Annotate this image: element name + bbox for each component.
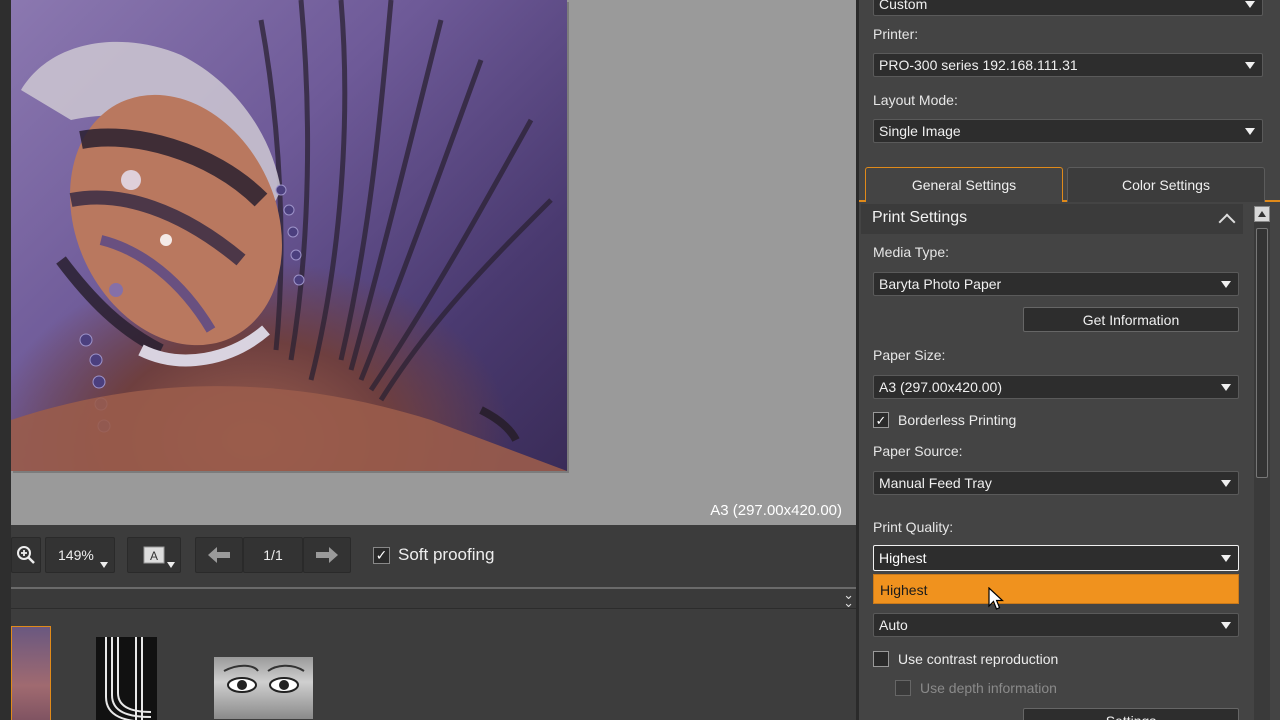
paper-source-label: Paper Source: <box>873 443 963 459</box>
thumbnail-image[interactable] <box>214 657 313 719</box>
dropdown-arrow-icon <box>1221 622 1231 629</box>
thumbnail-strip <box>11 609 856 720</box>
collapse-icon[interactable]: ⌄ ⌄ <box>843 588 854 609</box>
printer-label: Printer: <box>873 26 919 42</box>
depth-information-label: Use depth information <box>920 680 1057 696</box>
left-edge-strip <box>0 0 11 720</box>
layout-mode-select[interactable]: Single Image <box>873 119 1263 143</box>
dropdown-arrow-icon <box>1245 1 1255 8</box>
preview-toolbar: 149% A 1/1 ✓ Soft proofing <box>11 525 856 587</box>
chevron-down-icon <box>167 562 175 568</box>
borderless-printing-checkbox[interactable]: ✓ <box>873 412 889 428</box>
dropdown-arrow-icon <box>1245 128 1255 135</box>
chevron-down-icon <box>100 562 108 568</box>
tab-general-settings[interactable]: General Settings <box>865 167 1063 202</box>
settings-scrollbar[interactable] <box>1254 206 1270 720</box>
dropdown-arrow-icon <box>1245 62 1255 69</box>
settings-tabs: General Settings Color Settings <box>859 167 1280 202</box>
preview-photo <box>11 0 567 471</box>
get-information-button[interactable]: Get Information <box>1023 307 1239 332</box>
borderless-printing-option[interactable]: ✓ Borderless Printing <box>873 412 1016 428</box>
settings-button[interactable]: Settings <box>1023 708 1239 720</box>
media-type-select[interactable]: Baryta Photo Paper <box>873 272 1239 296</box>
print-app-window: A3 (297.00x420.00) 149% A 1/1 ✓ Soft pro… <box>0 0 1280 720</box>
print-quality-select-value: Highest <box>879 550 927 566</box>
dropdown-arrow-icon <box>1221 480 1231 487</box>
thumbnail-artwork <box>105 637 152 720</box>
printer-select[interactable]: PRO-300 series 192.168.111.31 <box>873 53 1263 77</box>
settings-panel: Custom Printer: PRO-300 series 192.168.1… <box>856 0 1280 720</box>
print-quality-option-highlighted[interactable]: Highest <box>873 574 1239 604</box>
auto-select-value: Auto <box>879 617 908 633</box>
print-quality-select[interactable]: Highest <box>873 545 1239 571</box>
preset-select[interactable]: Custom <box>873 0 1263 16</box>
zoom-in-icon <box>17 546 35 564</box>
layout-mode-label: Layout Mode: <box>873 92 958 108</box>
view-mode-button[interactable]: A <box>127 537 181 573</box>
zoom-level-select[interactable]: 149% <box>45 537 115 573</box>
paper-size-select[interactable]: A3 (297.00x420.00) <box>873 375 1239 399</box>
preset-select-value: Custom <box>879 0 928 12</box>
page-indicator: 1/1 <box>243 537 303 573</box>
depth-information-option: Use depth information <box>895 680 1057 696</box>
view-mode-icon: A <box>143 546 165 564</box>
print-quality-label: Print Quality: <box>873 519 954 535</box>
paper-size-select-value: A3 (297.00x420.00) <box>879 379 1002 395</box>
chevron-up-icon <box>1218 213 1236 231</box>
zoom-in-button[interactable] <box>11 537 41 573</box>
soft-proofing-checkbox[interactable]: ✓ <box>373 546 390 564</box>
thumbnail-artwork <box>223 664 305 693</box>
depth-information-checkbox <box>895 680 911 696</box>
arrow-left-icon <box>208 547 230 563</box>
borderless-printing-label: Borderless Printing <box>898 412 1017 428</box>
layout-mode-select-value: Single Image <box>879 123 961 139</box>
media-type-label: Media Type: <box>873 244 950 260</box>
section-title: Print Settings <box>872 209 968 226</box>
tab-color-settings[interactable]: Color Settings <box>1067 167 1265 202</box>
thumbnail-image[interactable] <box>96 637 157 720</box>
previous-page-button[interactable] <box>195 537 243 573</box>
print-preview-area: A3 (297.00x420.00) <box>11 0 856 525</box>
paper-source-select[interactable]: Manual Feed Tray <box>873 471 1239 495</box>
zoom-level-value: 149% <box>58 547 94 563</box>
svg-text:A: A <box>150 549 158 563</box>
scrollbar-thumb[interactable] <box>1256 228 1268 478</box>
paper-source-select-value: Manual Feed Tray <box>879 475 992 491</box>
next-page-button[interactable] <box>303 537 351 573</box>
mouse-cursor-icon <box>988 587 1004 610</box>
thumbnail-selected[interactable] <box>11 626 51 720</box>
printer-select-value: PRO-300 series 192.168.111.31 <box>879 57 1078 73</box>
paper-size-indicator: A3 (297.00x420.00) <box>710 502 842 519</box>
auto-select[interactable]: Auto <box>873 613 1239 637</box>
paper-size-label: Paper Size: <box>873 347 946 363</box>
scroll-up-button[interactable] <box>1254 206 1270 222</box>
soft-proofing-label: Soft proofing <box>398 545 495 564</box>
portrait-artwork <box>11 0 567 471</box>
dropdown-arrow-icon <box>1221 281 1231 288</box>
contrast-reproduction-checkbox[interactable] <box>873 651 889 667</box>
contrast-reproduction-option[interactable]: Use contrast reproduction <box>873 651 1058 667</box>
media-type-select-value: Baryta Photo Paper <box>879 276 1002 292</box>
contrast-reproduction-label: Use contrast reproduction <box>898 651 1059 667</box>
thumbnail-strip-header: ⌄ ⌄ <box>11 587 856 609</box>
dropdown-arrow-icon <box>1221 384 1231 391</box>
dropdown-arrow-icon <box>1221 555 1231 562</box>
soft-proofing-toggle[interactable]: ✓ Soft proofing <box>373 545 494 565</box>
arrow-right-icon <box>316 547 338 563</box>
print-settings-header[interactable]: Print Settings <box>861 204 1243 234</box>
